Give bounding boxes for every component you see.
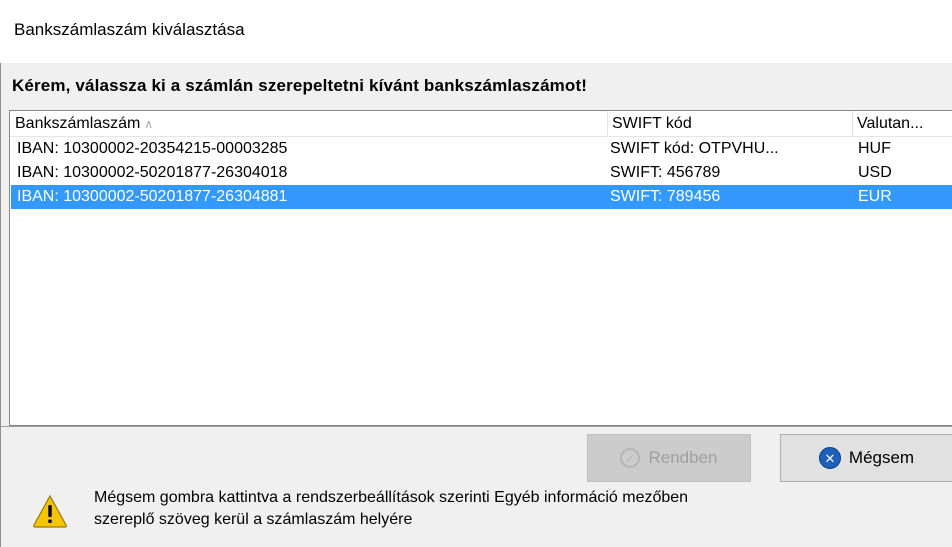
info-line-2: szereplő szöveg kerül a számlaszám helyé… (94, 511, 413, 528)
table-row-selected[interactable]: IBAN: 10300002-50201877-26304881 SWIFT: … (11, 185, 952, 209)
cell-currency: USD (858, 164, 892, 181)
column-header-swift[interactable]: SWIFT kód (607, 111, 852, 136)
cell-account: IBAN: 10300002-20354215-00003285 (17, 140, 288, 157)
cell-swift: SWIFT: 789456 (610, 188, 721, 205)
checkmark-icon: ✓ (620, 448, 641, 468)
footer-divider (0, 426, 952, 427)
warning-icon (33, 494, 67, 528)
instruction-text: Kérem, válassza ki a számlán szerepeltet… (12, 76, 588, 95)
column-header-swift-label: SWIFT kód (612, 115, 692, 132)
column-header-currency-label: Valutan... (857, 115, 924, 132)
cell-currency: HUF (858, 140, 891, 157)
column-header-account-label: Bankszámlaszám (15, 115, 141, 132)
cancel-button-label: Mégsem (848, 448, 915, 467)
table-row[interactable]: IBAN: 10300002-20354215-00003285 SWIFT k… (11, 137, 952, 161)
info-line-1: Mégsem gombra kattintva a rendszerbeállí… (94, 489, 689, 506)
cell-account: IBAN: 10300002-50201877-26304018 (17, 164, 288, 181)
list-header: Bankszámlaszám ∧ SWIFT kód Valutan... (10, 111, 952, 137)
sort-ascending-icon: ∧ (144, 117, 154, 131)
dialog-title: Bankszámlaszám kiválasztása (14, 20, 245, 39)
bank-account-list[interactable]: Bankszámlaszám ∧ SWIFT kód Valutan... IBA… (9, 110, 952, 426)
title-bar: Bankszámlaszám kiválasztása (0, 0, 952, 63)
column-header-account[interactable]: Bankszámlaszám ∧ (10, 111, 607, 136)
column-header-currency[interactable]: Valutan... (852, 111, 952, 136)
cell-swift: SWIFT kód: OTPVHU... (610, 140, 779, 157)
cell-currency: EUR (858, 188, 892, 205)
close-icon: ✕ (818, 447, 841, 469)
cell-account: IBAN: 10300002-50201877-26304881 (17, 188, 288, 205)
table-row[interactable]: IBAN: 10300002-50201877-26304018 SWIFT: … (11, 161, 952, 185)
ok-button-label: Rendben (648, 448, 718, 467)
cell-swift: SWIFT: 456789 (610, 164, 721, 181)
ok-button[interactable]: ✓ Rendben (587, 434, 751, 482)
window-border-left (0, 0, 1, 547)
cancel-button[interactable]: ✕ Mégsem (780, 434, 952, 482)
info-message: Mégsem gombra kattintva a rendszerbeállí… (94, 487, 914, 531)
